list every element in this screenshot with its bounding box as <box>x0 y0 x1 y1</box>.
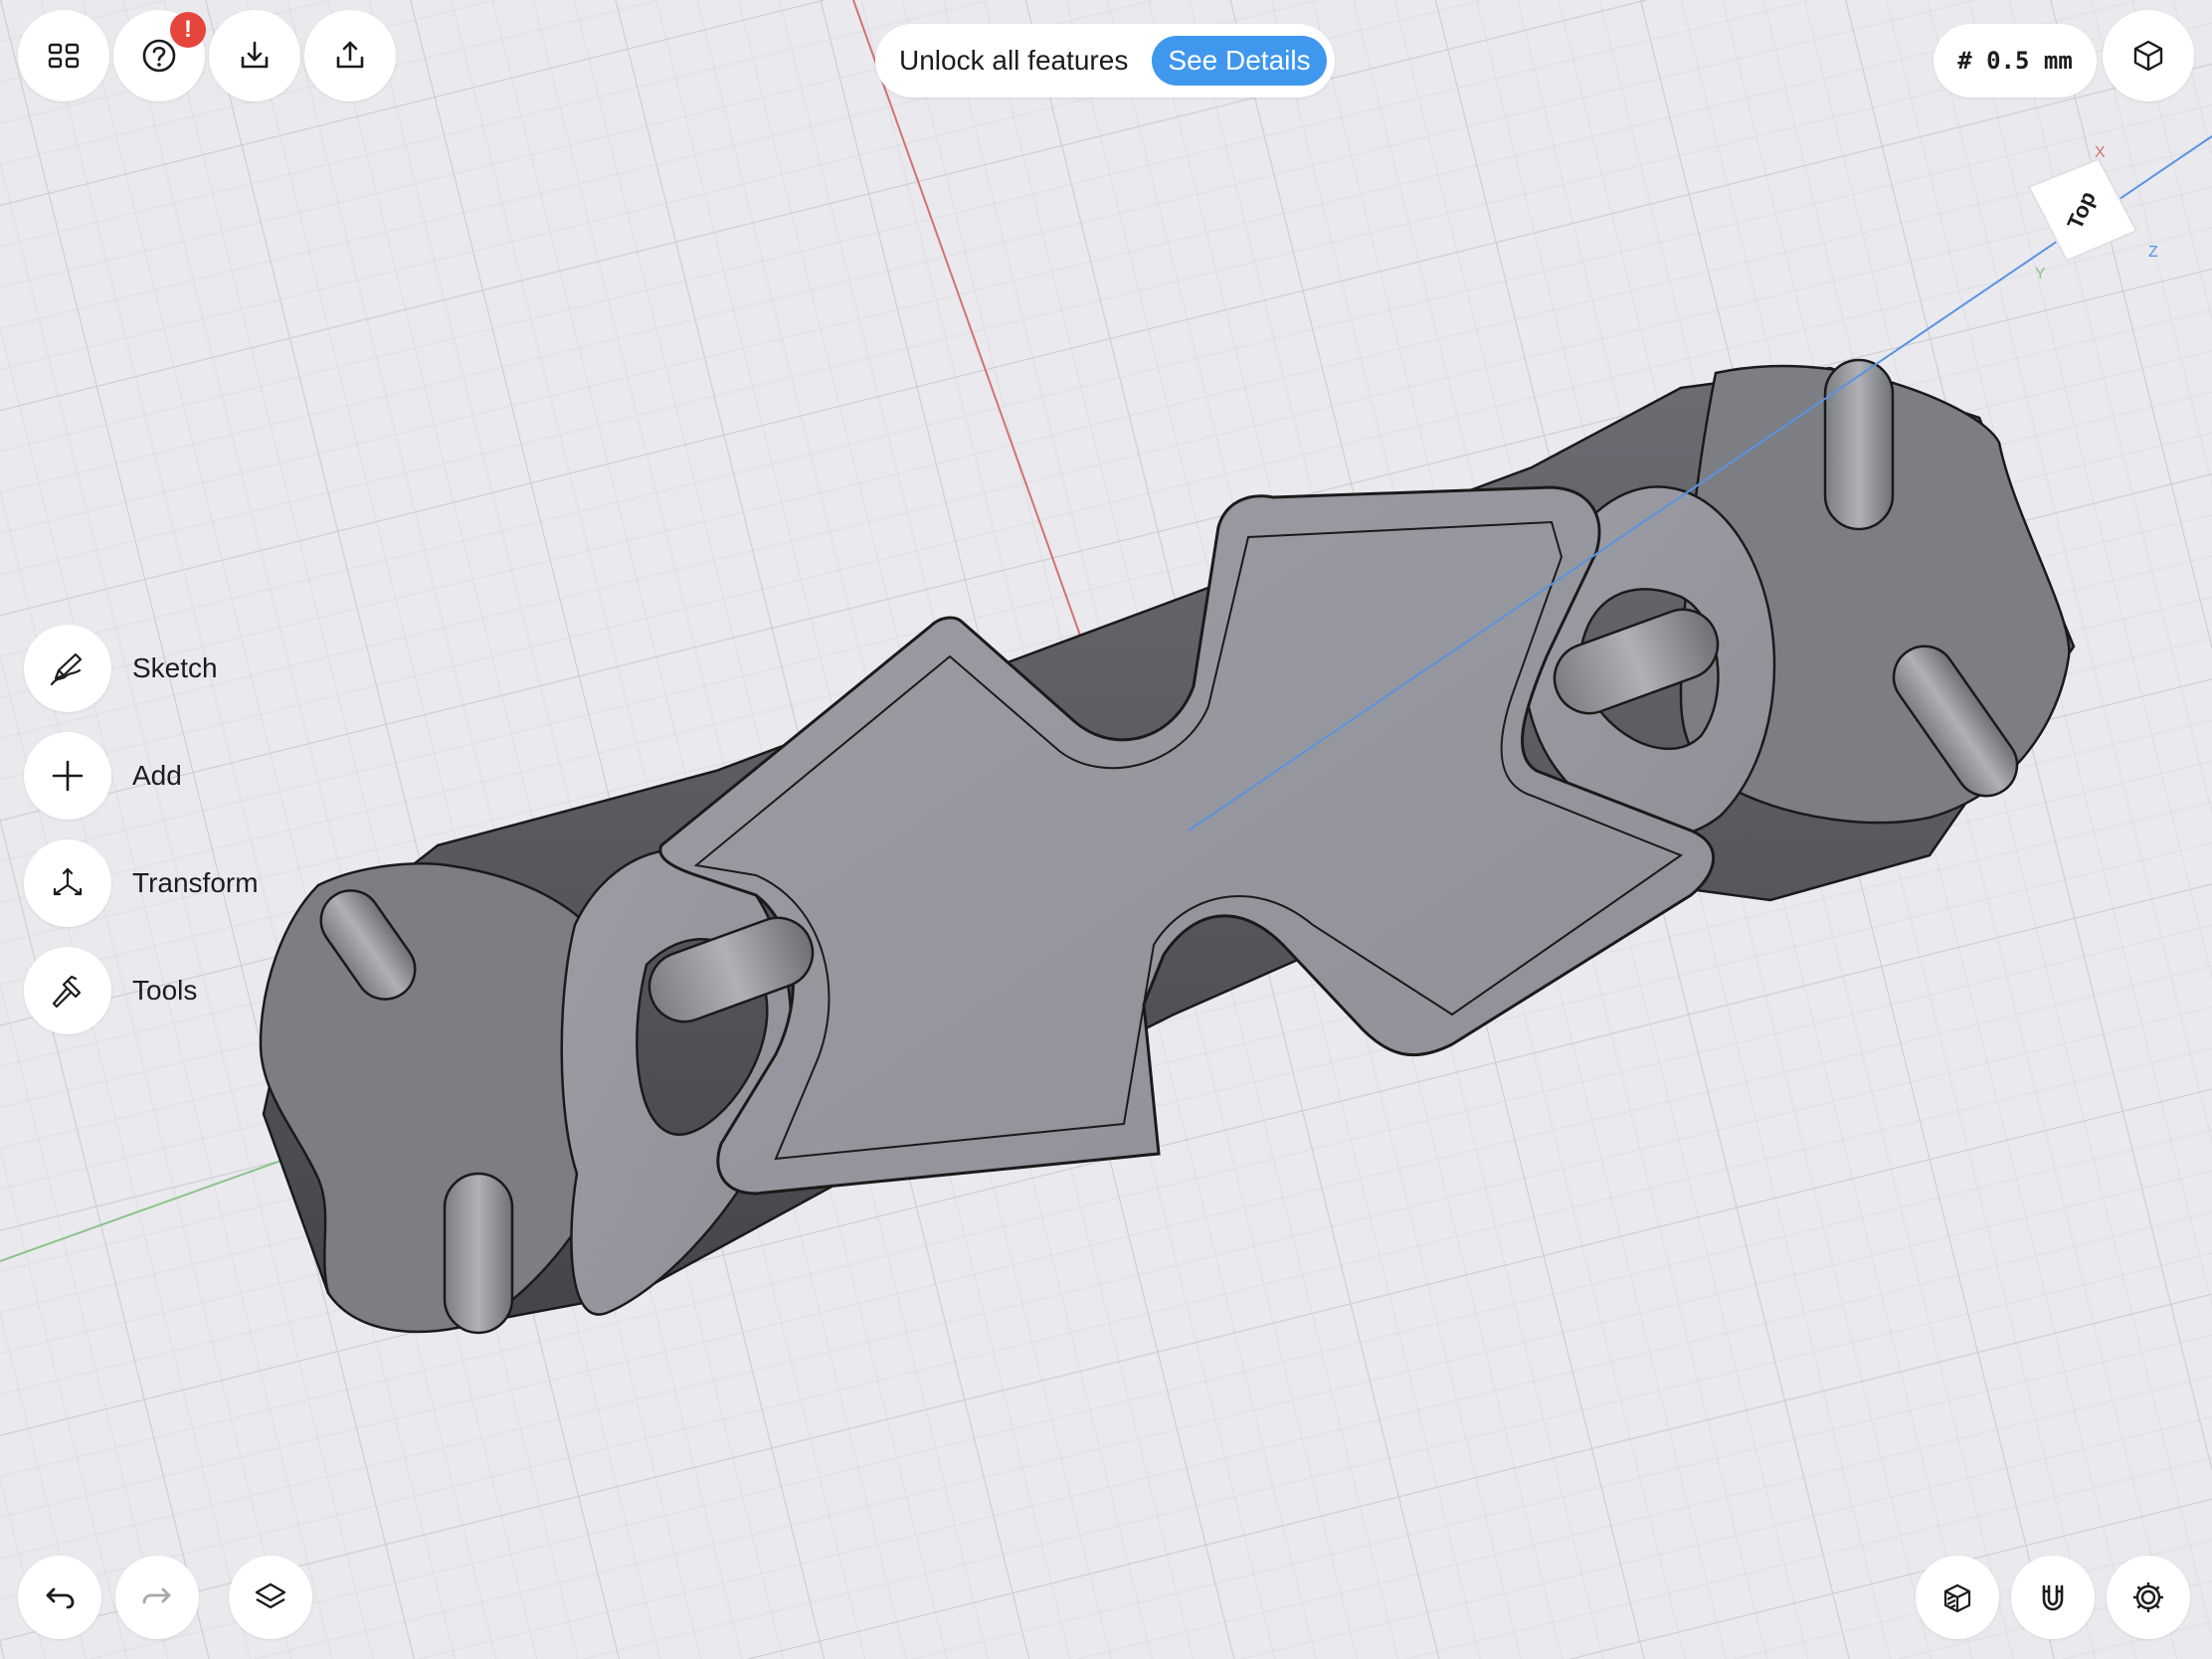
plus-icon <box>52 760 84 792</box>
section-view-icon <box>1943 1583 1971 1613</box>
tube-right-upper <box>1823 358 1895 531</box>
view-mode-button[interactable] <box>2103 10 2194 101</box>
view-cube-axis-z: Z <box>2148 244 2158 261</box>
layers-icon <box>255 1582 286 1609</box>
grid-size-button[interactable]: # 0.5 mm <box>1934 24 2097 97</box>
export-button[interactable] <box>304 10 396 101</box>
redo-button[interactable] <box>115 1556 199 1639</box>
add-tool-label: Add <box>132 760 182 791</box>
gear-icon <box>2133 1582 2163 1612</box>
undo-icon <box>46 1587 75 1609</box>
sketch-pencil-icon <box>50 652 83 686</box>
magnet-icon <box>2042 1584 2064 1611</box>
hammer-icon <box>52 975 82 1009</box>
transform-tool-label: Transform <box>132 867 259 898</box>
tools-tool[interactable]: Tools <box>24 947 197 1034</box>
help-icon <box>142 39 176 73</box>
sketch-tool[interactable]: Sketch <box>24 625 218 712</box>
section-view-button[interactable] <box>1916 1556 1999 1639</box>
cube-perspective-icon <box>2133 40 2163 72</box>
tools-tool-button[interactable] <box>24 947 111 1034</box>
tools-tool-label: Tools <box>132 975 198 1006</box>
undo-button[interactable] <box>18 1556 101 1639</box>
layers-button[interactable] <box>229 1556 312 1639</box>
grid-icon <box>48 43 80 69</box>
view-cube-axis-x: X <box>2095 144 2106 161</box>
sketch-tool-label: Sketch <box>132 652 218 683</box>
upgrade-banner-text: Unlock all features <box>899 45 1129 76</box>
help-notification-badge: ! <box>170 12 206 48</box>
redo-icon <box>142 1587 171 1604</box>
add-tool[interactable]: Add <box>24 732 182 820</box>
add-tool-button[interactable] <box>24 732 111 820</box>
import-icon <box>241 41 269 69</box>
view-cube-axis-y: Y <box>2035 266 2046 282</box>
3d-viewport[interactable]: Top X Y Z <box>0 0 2212 1659</box>
transform-tool-button[interactable] <box>24 839 111 927</box>
transform-tool[interactable]: Transform <box>24 839 259 927</box>
settings-button[interactable] <box>2107 1556 2190 1639</box>
export-icon <box>336 41 364 69</box>
see-details-button[interactable]: See Details <box>1152 36 1327 86</box>
transform-arrows-icon <box>53 867 83 896</box>
import-button[interactable] <box>209 10 300 101</box>
snap-button[interactable] <box>2011 1556 2095 1639</box>
upgrade-banner: Unlock all features See Details <box>875 24 1335 97</box>
apps-grid-button[interactable] <box>18 10 109 101</box>
sketch-tool-button[interactable] <box>24 625 111 712</box>
tube-left-lower <box>443 1172 514 1335</box>
